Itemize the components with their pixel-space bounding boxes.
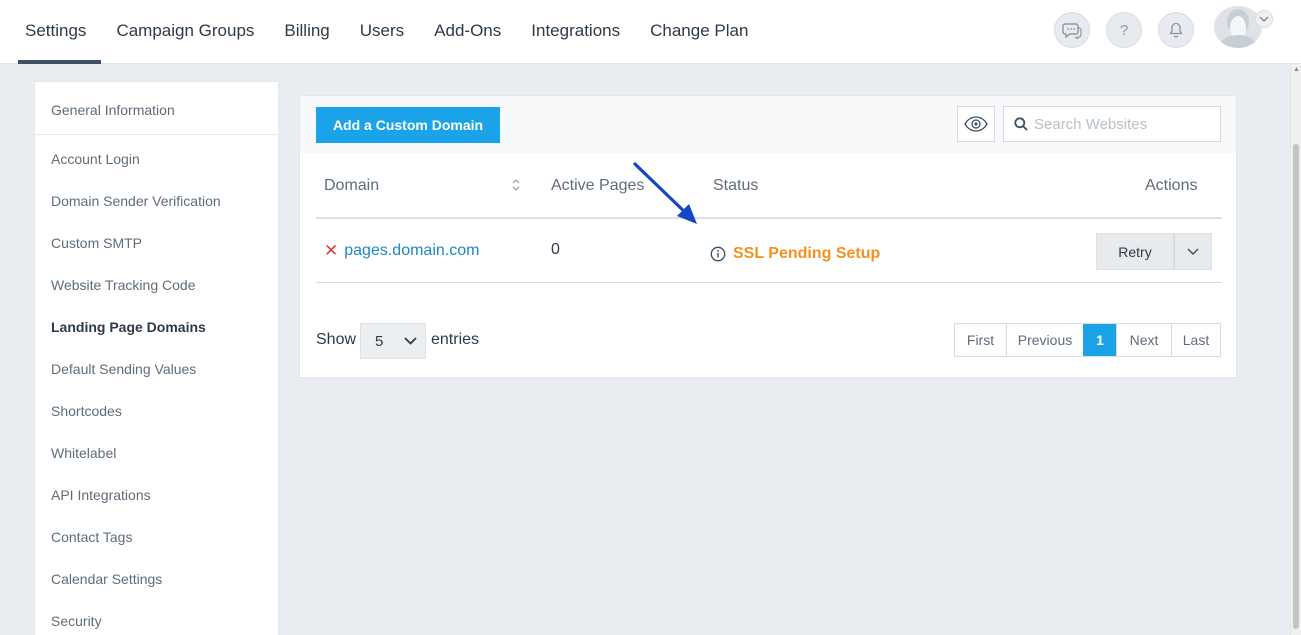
nav-settings[interactable]: Settings — [10, 0, 102, 64]
help-button[interactable]: ? — [1106, 12, 1142, 48]
column-header-actions: Actions — [1145, 177, 1198, 194]
scroll-up-icon[interactable]: ▲ — [1293, 66, 1300, 73]
sidebar-item-general-information[interactable]: General Information — [51, 102, 175, 118]
column-header-active-pages: Active Pages — [551, 177, 645, 194]
user-silhouette-icon — [1214, 6, 1262, 48]
sidebar-item-website-tracking-code[interactable]: Website Tracking Code — [51, 277, 195, 293]
pagination-first[interactable]: First — [955, 324, 1006, 356]
page-scrollbar[interactable]: ▲ — [1290, 64, 1301, 635]
pagination-next[interactable]: Next — [1116, 324, 1171, 356]
chevron-down-icon — [1259, 16, 1269, 22]
nav-users[interactable]: Users — [345, 0, 419, 64]
delete-x-icon[interactable]: ✕ — [324, 241, 338, 261]
entries-label: entries — [431, 331, 480, 348]
entries-per-page-select[interactable]: 5 — [360, 323, 426, 359]
eye-icon — [964, 116, 988, 132]
sidebar-item-shortcodes[interactable]: Shortcodes — [51, 403, 122, 419]
actions-dropdown-toggle[interactable] — [1174, 233, 1212, 270]
entries-value: 5 — [375, 332, 384, 350]
retry-button[interactable]: Retry — [1096, 233, 1174, 270]
table-header-divider — [316, 217, 1222, 219]
sidebar-item-api-integrations[interactable]: API Integrations — [51, 487, 151, 503]
chevron-down-icon — [404, 337, 417, 345]
column-header-domain[interactable]: Domain — [324, 177, 379, 195]
nav-add-ons[interactable]: Add-Ons — [419, 0, 516, 64]
avatar[interactable] — [1214, 6, 1262, 48]
chevron-down-icon — [1187, 248, 1199, 255]
sidebar-item-security[interactable]: Security — [51, 613, 102, 629]
sidebar-item-custom-smtp[interactable]: Custom SMTP — [51, 235, 142, 251]
sidebar-item-default-sending-values[interactable]: Default Sending Values — [51, 361, 196, 377]
panel-toolbar: Add a Custom Domain — [300, 96, 1236, 153]
sidebar-item-landing-page-domains[interactable]: Landing Page Domains — [51, 319, 206, 335]
settings-sidebar: General Information Account Login Domain… — [34, 81, 279, 635]
toggle-visibility-button[interactable] — [957, 106, 995, 142]
pagination: First Previous 1 Next Last — [954, 323, 1221, 357]
nav-billing[interactable]: Billing — [269, 0, 344, 64]
top-navigation-bar: Settings Campaign Groups Billing Users A… — [0, 0, 1301, 64]
chat-icon — [1062, 23, 1082, 39]
sidebar-item-calendar-settings[interactable]: Calendar Settings — [51, 571, 162, 587]
notifications-button[interactable] — [1158, 12, 1194, 48]
landing-page-domains-panel: Add a Custom Domain Domain Active Pages … — [299, 95, 1237, 378]
pagination-last[interactable]: Last — [1171, 324, 1220, 356]
nav-campaign-groups[interactable]: Campaign Groups — [101, 0, 269, 64]
nav-change-plan[interactable]: Change Plan — [635, 0, 763, 64]
info-icon — [710, 246, 726, 262]
sidebar-divider — [35, 134, 278, 135]
domain-cell: ✕ pages.domain.com — [324, 241, 479, 261]
chat-button[interactable] — [1054, 12, 1090, 48]
status-cell: SSL Pending Setup — [710, 245, 880, 263]
pagination-previous[interactable]: Previous — [1006, 324, 1083, 356]
sidebar-item-domain-sender-verification[interactable]: Domain Sender Verification — [51, 193, 221, 209]
show-label: Show — [316, 331, 357, 348]
row-actions: Retry — [1096, 233, 1212, 270]
scrollbar-thumb[interactable] — [1293, 144, 1299, 629]
add-custom-domain-button[interactable]: Add a Custom Domain — [316, 107, 500, 143]
search-websites-input[interactable] — [1034, 115, 1214, 133]
sort-icon[interactable] — [511, 178, 521, 192]
account-menu-toggle[interactable] — [1255, 10, 1273, 28]
column-header-status: Status — [713, 177, 759, 194]
sidebar-item-contact-tags[interactable]: Contact Tags — [51, 529, 132, 545]
main-nav: Settings Campaign Groups Billing Users A… — [10, 0, 763, 64]
domain-link[interactable]: pages.domain.com — [344, 242, 479, 260]
bell-icon — [1169, 22, 1183, 38]
sidebar-item-account-login[interactable]: Account Login — [51, 151, 140, 167]
nav-integrations[interactable]: Integrations — [516, 0, 635, 64]
help-icon: ? — [1119, 21, 1129, 39]
sidebar-item-whitelabel[interactable]: Whitelabel — [51, 445, 116, 461]
active-pages-value: 0 — [551, 241, 560, 258]
table-row-divider — [316, 282, 1222, 283]
pagination-page-1[interactable]: 1 — [1083, 324, 1116, 356]
status-badge: SSL Pending Setup — [733, 245, 881, 262]
search-icon — [1014, 117, 1028, 131]
search-websites-field[interactable] — [1003, 106, 1221, 142]
